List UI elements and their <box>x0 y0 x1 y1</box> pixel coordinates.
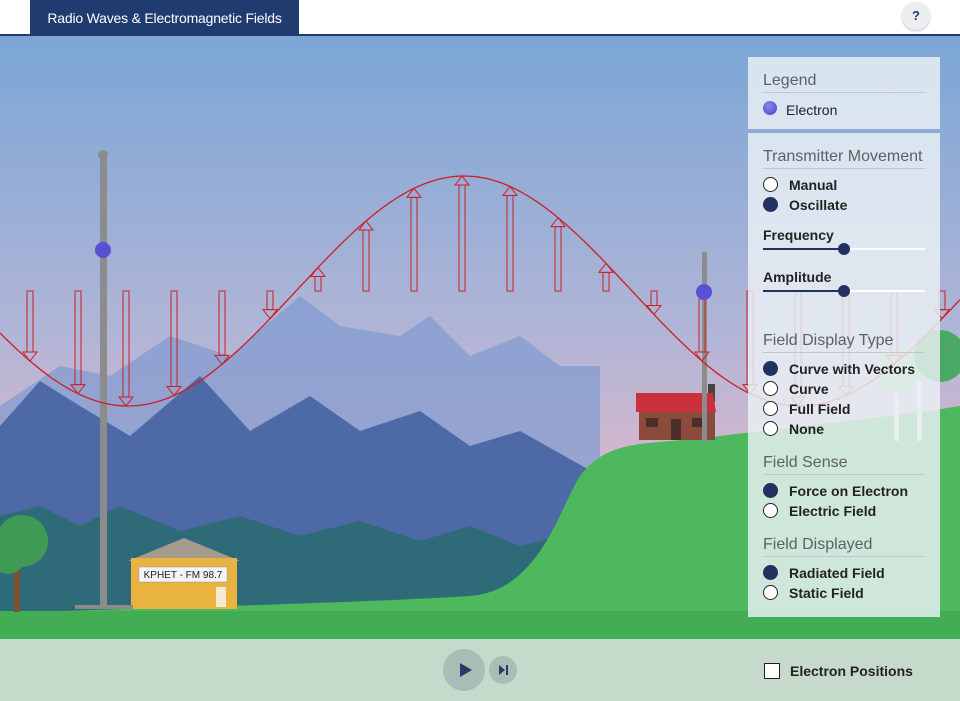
transmitter-movement-title: Transmitter Movement <box>763 148 923 165</box>
electron-legend-label: Electron <box>786 102 838 118</box>
frequency-slider-thumb[interactable] <box>838 243 850 255</box>
electron-positions-label: Electron Positions <box>790 663 913 679</box>
settings-panel: Transmitter Movement Manual Oscillate Fr… <box>748 133 940 617</box>
radio-static-field-label: Static Field <box>789 585 864 601</box>
radio-none-button[interactable] <box>763 421 778 436</box>
radio-electric-field-button[interactable] <box>763 503 778 518</box>
electron-legend-icon <box>763 101 777 115</box>
radio-radiated-field-label: Radiated Field <box>789 565 885 581</box>
amplitude-slider-fill <box>763 290 844 292</box>
bottom-control-bar: Electron Positions <box>0 639 960 701</box>
radio-oscillate-label: Oscillate <box>789 197 848 213</box>
legend-divider <box>763 92 925 93</box>
frequency-slider[interactable] <box>763 243 925 255</box>
radio-electric-field-label: Electric Field <box>789 503 877 519</box>
amplitude-label: Amplitude <box>763 269 832 285</box>
amplitude-slider[interactable] <box>763 285 925 297</box>
frequency-slider-fill <box>763 248 844 250</box>
radio-full-field-label: Full Field <box>789 401 851 417</box>
radio-full-field-button[interactable] <box>763 401 778 416</box>
divider <box>763 352 925 353</box>
radio-curve-button[interactable] <box>763 381 778 396</box>
radio-force-on-electron-button[interactable] <box>763 483 778 498</box>
step-icon <box>499 665 505 675</box>
divider <box>763 474 925 475</box>
amplitude-slider-thumb[interactable] <box>838 285 850 297</box>
radio-manual-button[interactable] <box>763 177 778 192</box>
legend-title: Legend <box>763 72 817 89</box>
radio-manual-label: Manual <box>789 177 838 193</box>
help-button[interactable]: ? <box>902 2 930 30</box>
station-sign-text: KPHET - FM 98.7 <box>144 570 223 581</box>
divider <box>763 556 925 557</box>
field-sense-title: Field Sense <box>763 454 848 471</box>
radio-curve-with-vectors-label: Curve with Vectors <box>789 361 916 377</box>
legend-panel: Legend Electron <box>748 57 940 129</box>
sim-title-tab[interactable]: Radio Waves & Electromagnetic Fields <box>30 0 299 36</box>
step-button[interactable] <box>489 656 517 684</box>
field-displayed-title: Field Displayed <box>763 536 873 553</box>
radio-static-field-button[interactable] <box>763 585 778 600</box>
play-button[interactable] <box>443 649 485 691</box>
electron-positions-checkbox[interactable] <box>764 663 780 679</box>
transmitter-electron <box>95 242 111 258</box>
radio-radiated-field-button[interactable] <box>763 565 778 580</box>
control-panel: Legend Electron Transmitter Movement Man… <box>748 57 940 617</box>
radio-curve-with-vectors-button[interactable] <box>763 361 778 376</box>
radio-oscillate-button[interactable] <box>763 197 778 212</box>
radio-none-label: None <box>789 421 824 437</box>
step-icon-bar <box>506 665 508 675</box>
field-display-type-title: Field Display Type <box>763 332 894 349</box>
play-icon <box>460 663 472 677</box>
radio-curve-label: Curve <box>789 381 829 397</box>
top-bar: Radio Waves & Electromagnetic Fields ? <box>0 0 960 36</box>
radio-force-on-electron-label: Force on Electron <box>789 483 909 499</box>
receiver-electron <box>696 284 712 300</box>
frequency-label: Frequency <box>763 227 834 243</box>
divider <box>763 168 925 169</box>
